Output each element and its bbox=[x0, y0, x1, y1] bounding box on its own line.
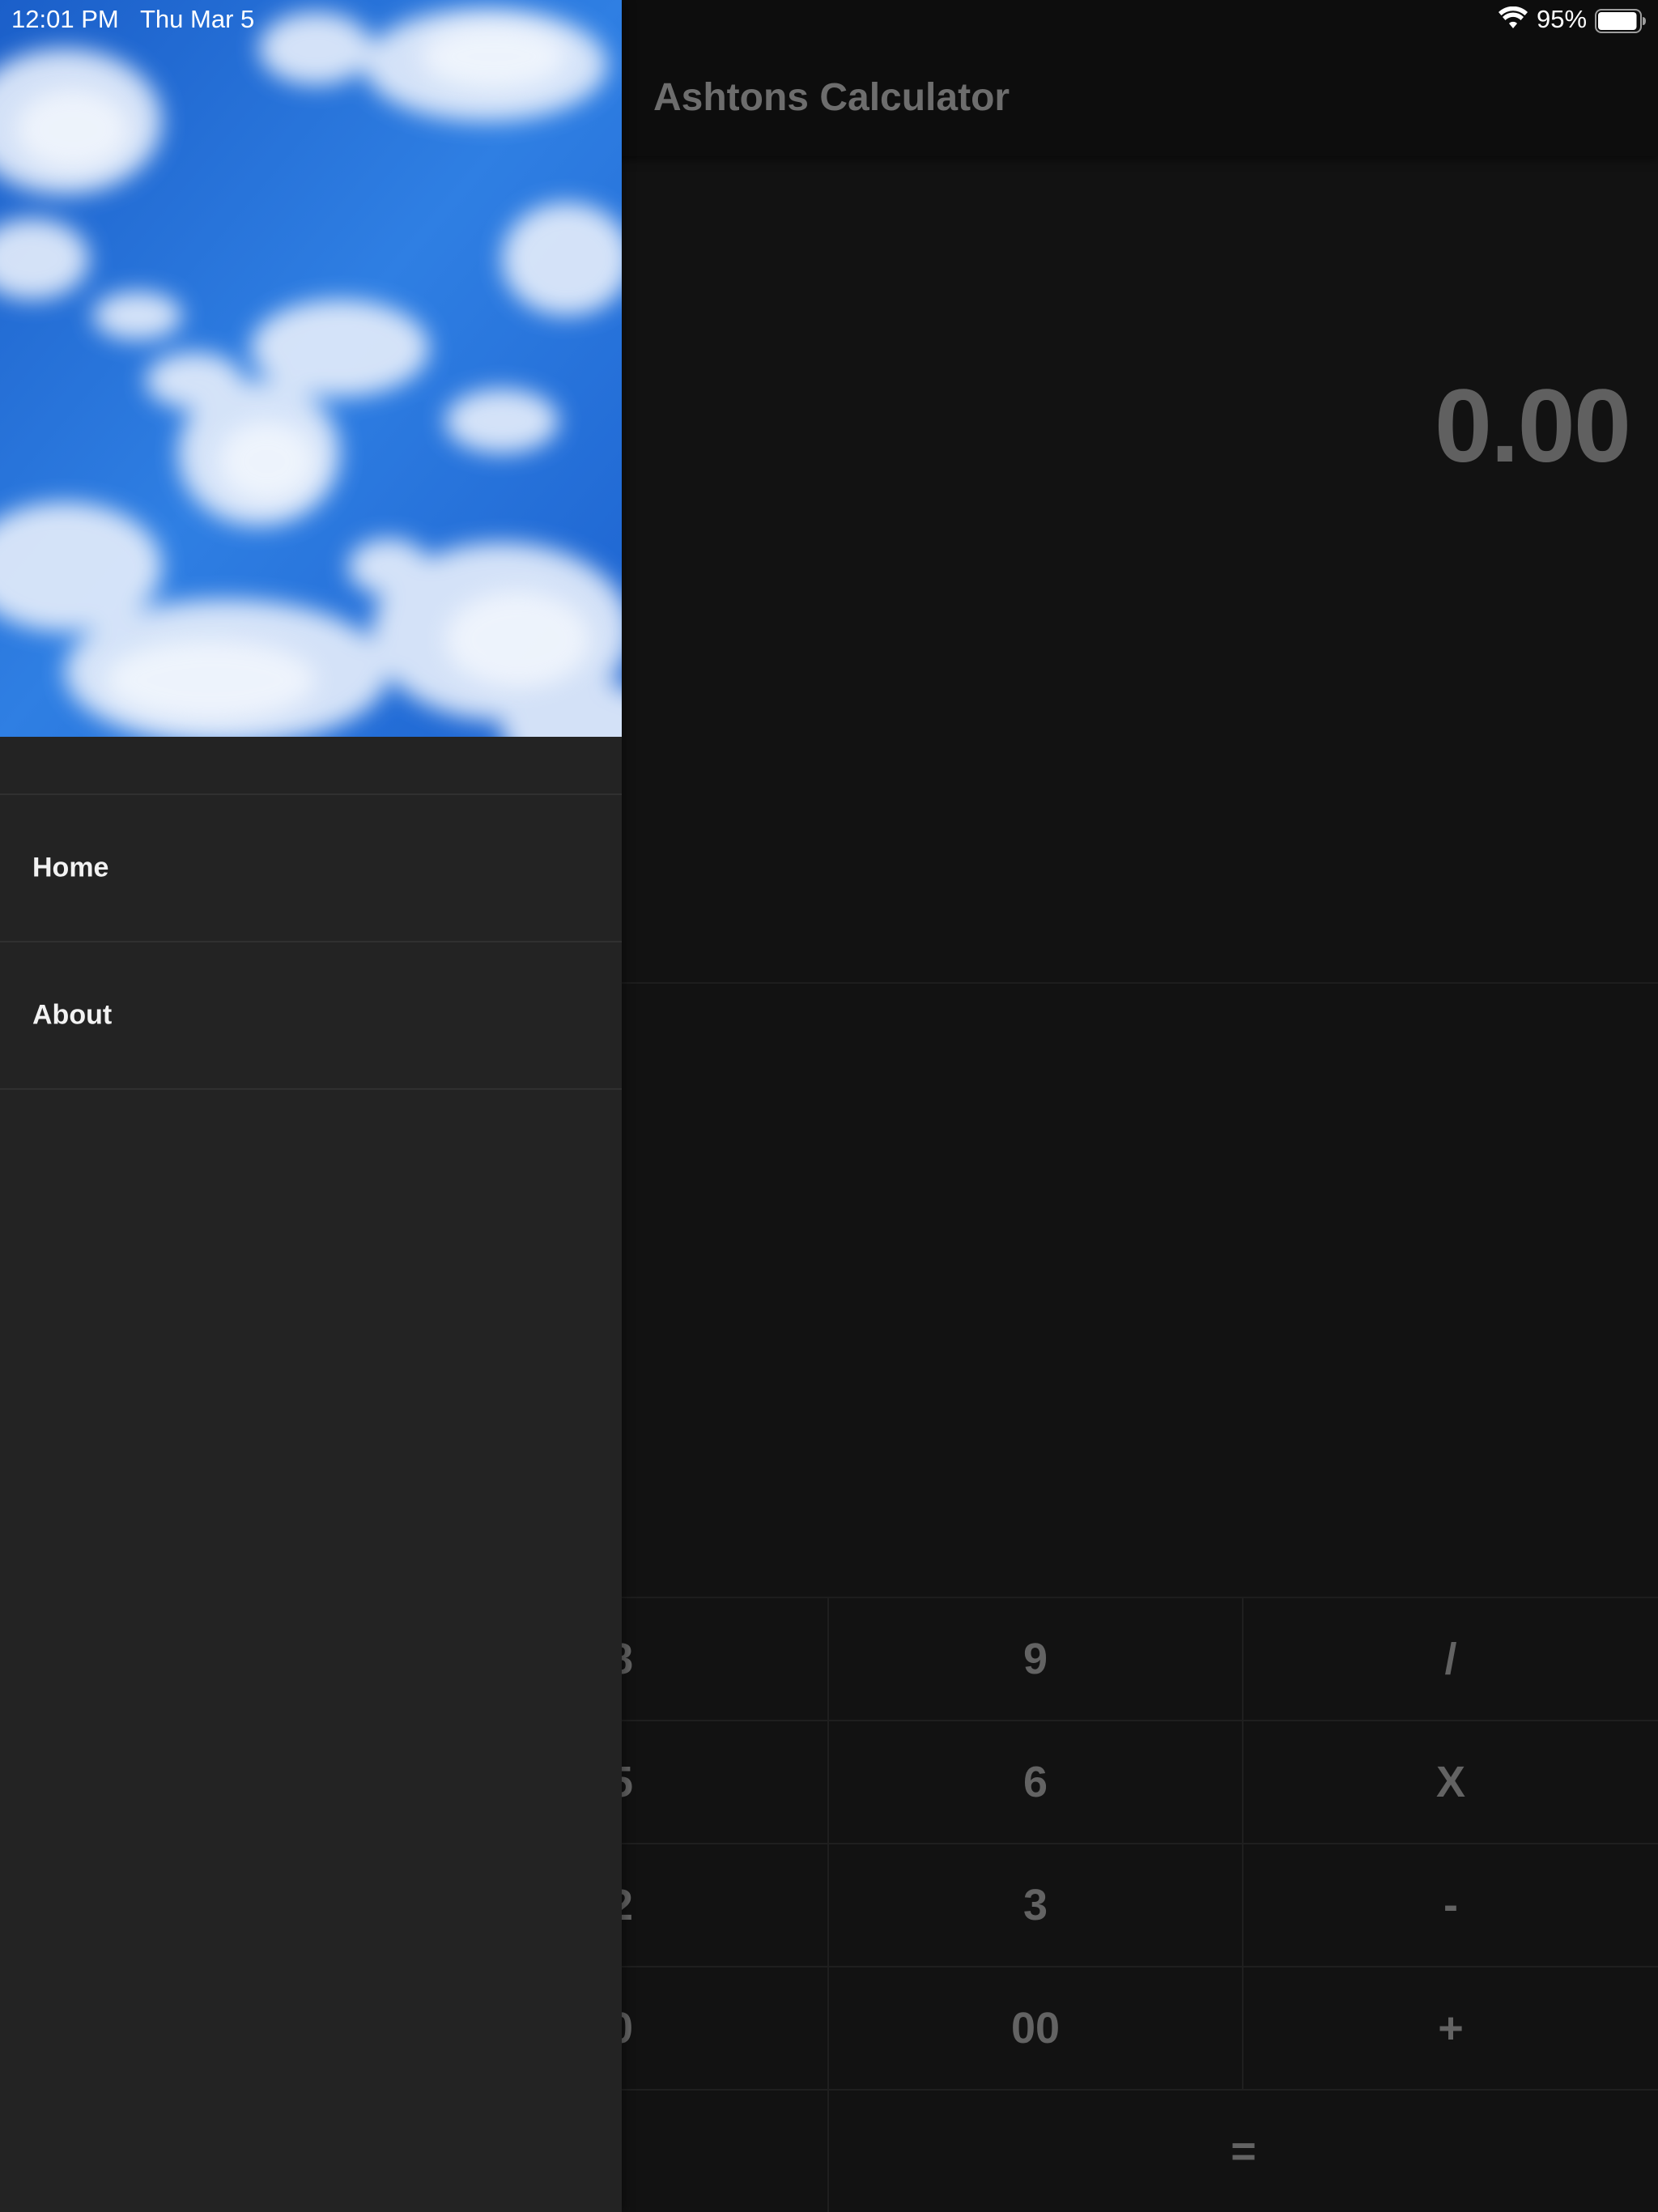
battery-icon bbox=[1595, 9, 1646, 33]
drawer-divider bbox=[0, 1088, 622, 1090]
drawer-header-image bbox=[0, 0, 622, 737]
battery-percent: 95% bbox=[1537, 5, 1588, 33]
wifi-icon bbox=[1499, 6, 1528, 28]
status-date: Thu Mar 5 bbox=[140, 5, 255, 33]
drawer-item-home[interactable]: Home bbox=[0, 793, 622, 941]
drawer-item-about[interactable]: About bbox=[0, 941, 622, 1088]
navigation-drawer: Home About bbox=[0, 0, 622, 2212]
screen: Ashtons Calculator 0.00 8 9 / 5 6 X 2 3 … bbox=[0, 0, 1658, 2212]
drawer-item-label: Home bbox=[32, 852, 109, 883]
status-bar: 12:01 PM Thu Mar 5 95% bbox=[0, 0, 1658, 39]
sky-clouds-image bbox=[0, 0, 622, 737]
drawer-item-label: About bbox=[32, 999, 113, 1031]
status-time: 12:01 PM bbox=[11, 5, 119, 33]
